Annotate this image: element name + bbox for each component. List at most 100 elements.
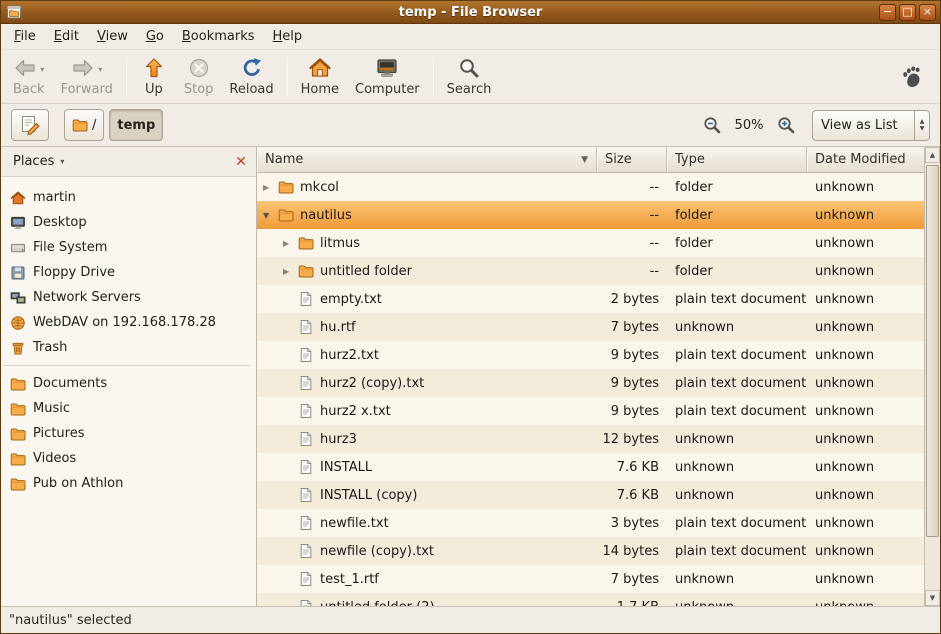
menu-go[interactable]: Go — [137, 26, 173, 47]
filesystem-icon — [10, 240, 26, 256]
file-list-pane: Name ▼ Size Type Date Modified ▶mkcol--f… — [257, 147, 940, 606]
file-date-cell: unknown — [807, 369, 924, 397]
toolbar-button-label: Up — [145, 82, 163, 97]
text-file-icon — [298, 543, 314, 559]
window-title: temp - File Browser — [1, 5, 940, 20]
sidebar-item-label: File System — [33, 240, 107, 255]
sidebar-item-pictures[interactable]: Pictures — [1, 421, 256, 446]
column-header-type-label: Type — [675, 152, 705, 167]
column-header-type[interactable]: Type — [667, 147, 807, 172]
menu-edit[interactable]: Edit — [45, 26, 88, 47]
column-header-size-label: Size — [605, 152, 632, 167]
file-row[interactable]: newfile (copy).txt14 bytesplain text doc… — [257, 537, 924, 565]
file-row[interactable]: hurz2 x.txt9 bytesplain text documentunk… — [257, 397, 924, 425]
scrollbar-thumb[interactable] — [926, 165, 939, 537]
search-icon — [457, 56, 481, 84]
sidebar-item-floppy-drive[interactable]: Floppy Drive — [1, 260, 256, 285]
menu-help[interactable]: Help — [264, 26, 312, 47]
menu-bookmarks[interactable]: Bookmarks — [173, 26, 264, 47]
file-row[interactable]: hurz312 bytesunknownunknown — [257, 425, 924, 453]
sidebar-close-button[interactable]: ✕ — [232, 154, 250, 170]
file-row[interactable]: ▶untitled folder--folderunknown — [257, 257, 924, 285]
file-name-label: hurz2 (copy).txt — [320, 376, 424, 391]
menu-file[interactable]: File — [5, 26, 45, 47]
sidebar-item-martin[interactable]: martin — [1, 185, 256, 210]
file-row[interactable]: INSTALL (copy)7.6 KBunknownunknown — [257, 481, 924, 509]
toolbar-computer-button[interactable]: Computer — [347, 53, 428, 101]
expander-expanded-icon[interactable]: ▼ — [261, 211, 278, 220]
file-row[interactable]: ▶mkcol--folderunknown — [257, 173, 924, 201]
file-row[interactable]: hu.rtf7 bytesunknownunknown — [257, 313, 924, 341]
file-name-label: newfile (copy).txt — [320, 544, 434, 559]
file-date-cell: unknown — [807, 313, 924, 341]
sidebar-item-label: Documents — [33, 376, 107, 391]
toolbar-back-dropdown-arrow: ▾ — [40, 65, 44, 74]
sidebar-item-trash[interactable]: Trash — [1, 335, 256, 360]
places-header: Places ▾ ✕ — [1, 147, 256, 177]
sidebar-item-label: WebDAV on 192.168.178.28 — [33, 315, 216, 330]
file-name-label: hurz3 — [320, 432, 357, 447]
sidebar-item-desktop[interactable]: Desktop — [1, 210, 256, 235]
back-icon — [13, 56, 37, 84]
file-name-cell: ▶untitled folder — [257, 257, 597, 285]
expander-collapsed-icon[interactable]: ▶ — [281, 239, 298, 248]
file-row[interactable]: ▶litmus--folderunknown — [257, 229, 924, 257]
edit-location-button[interactable] — [11, 109, 49, 141]
file-row[interactable]: newfile.txt3 bytesplain text documentunk… — [257, 509, 924, 537]
zoom-in-button[interactable] — [773, 112, 799, 138]
toolbar-up-button[interactable]: Up — [132, 53, 176, 101]
maximize-button[interactable]: □ — [899, 4, 916, 21]
expander-collapsed-icon[interactable]: ▶ — [281, 267, 298, 276]
file-type-cell: plain text document — [667, 397, 807, 425]
file-row[interactable]: hurz2 (copy).txt9 bytesplain text docume… — [257, 369, 924, 397]
folder-icon — [10, 401, 26, 417]
column-header-name[interactable]: Name ▼ — [257, 147, 597, 172]
expander-collapsed-icon[interactable]: ▶ — [261, 183, 278, 192]
toolbar-search-button[interactable]: Search — [439, 53, 500, 101]
scrollbar-track[interactable] — [925, 163, 940, 590]
folder-icon — [278, 207, 294, 223]
column-header-size[interactable]: Size — [597, 147, 667, 172]
file-row[interactable]: INSTALL7.6 KBunknownunknown — [257, 453, 924, 481]
file-row[interactable]: test_1.rtf7 bytesunknownunknown — [257, 565, 924, 593]
floppy-icon — [10, 265, 26, 281]
sidebar-item-network-servers[interactable]: Network Servers — [1, 285, 256, 310]
scroll-up-button[interactable]: ▲ — [925, 147, 940, 163]
file-row[interactable]: hurz2.txt9 bytesplain text documentunkno… — [257, 341, 924, 369]
path-current-button[interactable]: temp — [109, 109, 163, 141]
titlebar[interactable]: temp - File Browser − □ × — [1, 1, 940, 24]
file-size-cell: 1.7 KB — [597, 593, 667, 606]
file-name-label: nautilus — [300, 208, 352, 223]
sidebar-item-videos[interactable]: Videos — [1, 446, 256, 471]
zoom-out-button[interactable] — [699, 112, 725, 138]
file-row[interactable]: ▼nautilus--folderunknown — [257, 201, 924, 229]
sidebar-item-pub-on-athlon[interactable]: Pub on Athlon — [1, 471, 256, 496]
folder-icon — [298, 263, 314, 279]
file-row[interactable]: empty.txt2 bytesplain text documentunkno… — [257, 285, 924, 313]
places-sidebar: Places ▾ ✕ martinDesktop File System Flopp… — [1, 147, 257, 606]
path-root-button[interactable]: / — [64, 109, 104, 141]
view-mode-spinner[interactable]: ▲ ▼ — [914, 111, 929, 140]
sidebar-item-documents[interactable]: Documents — [1, 371, 256, 396]
file-size-cell: 7.6 KB — [597, 481, 667, 509]
toolbar-home-button[interactable]: Home — [293, 53, 347, 101]
sidebar-item-webdav-on-192-168-178-28[interactable]: WebDAV on 192.168.178.28 — [1, 310, 256, 335]
sidebar-item-music[interactable]: Music — [1, 396, 256, 421]
column-header-name-label: Name — [265, 152, 303, 167]
scroll-down-button[interactable]: ▼ — [925, 590, 940, 606]
toolbar-reload-button[interactable]: Reload — [221, 53, 281, 101]
places-selector-button[interactable]: Places ▾ — [7, 152, 70, 171]
toolbar-icon-wrap — [142, 56, 166, 82]
menu-view[interactable]: View — [88, 26, 137, 47]
column-header-date-modified[interactable]: Date Modified — [807, 147, 924, 172]
sidebar-item-file-system[interactable]: File System — [1, 235, 256, 260]
text-file-icon — [298, 403, 314, 419]
file-name-cell: hu.rtf — [257, 313, 597, 341]
file-row[interactable]: untitled folder (2)1.7 KBunknownunknown — [257, 593, 924, 606]
close-button[interactable]: × — [919, 4, 936, 21]
minimize-button[interactable]: − — [879, 4, 896, 21]
vertical-scrollbar[interactable]: ▲ ▼ — [924, 147, 940, 606]
text-file-icon — [298, 515, 314, 531]
file-name-cell: untitled folder (2) — [257, 593, 597, 606]
view-mode-select[interactable]: View as List ▲ ▼ — [812, 110, 930, 141]
